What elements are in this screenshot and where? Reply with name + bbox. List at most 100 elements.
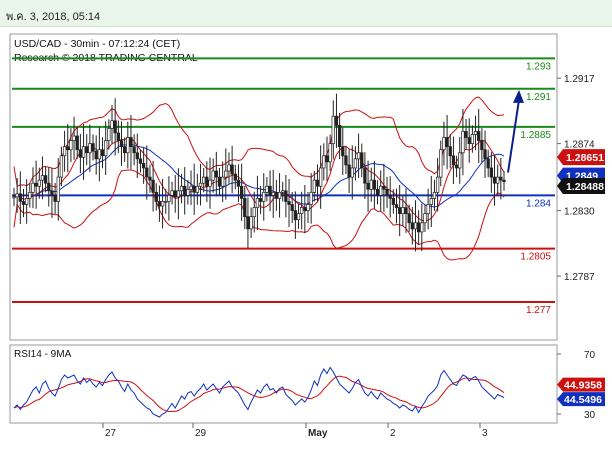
candle-body [398,207,402,214]
rsi-y-tick-label: 30 [584,410,596,421]
level-label-2: 1.2885 [520,130,551,141]
candle-body [220,176,225,187]
x-tick-label: 29 [195,428,207,439]
level-label-3: 1.284 [526,198,551,209]
candle-body [170,190,174,196]
candle-body [303,207,307,211]
candle-body [401,207,405,214]
candle-body [477,131,481,141]
candle-body [454,164,459,169]
candle-body [138,158,143,164]
candle-body [416,222,421,233]
candle-body [179,185,184,192]
candle-body [12,196,16,199]
candle-body [126,137,130,154]
candle-body [404,207,408,214]
candle-body [464,131,468,138]
candle-body [499,176,503,181]
candle-body [451,155,456,166]
candle-body [53,195,57,202]
candle-body [258,198,263,202]
candle-body [160,201,165,207]
candle-body [28,191,32,199]
candle-body [85,146,89,154]
level-label-0: 1.293 [526,61,551,72]
candle-body [360,152,364,169]
candle-body [467,137,471,144]
candle-body [353,158,358,169]
candle-body [486,158,490,169]
candle-body [306,204,310,211]
candle-body [394,204,399,208]
candle-body [265,185,269,193]
candle-body [119,140,124,148]
candle-body [255,198,260,208]
candle-body [37,179,41,187]
candle-body [429,198,433,205]
candle-body [290,204,294,211]
candle-body [293,210,298,221]
candle-body [325,155,329,163]
candle-body [88,143,92,154]
candle-body [496,176,500,184]
candle-body [97,149,102,160]
candle-body [435,176,440,193]
candle-body [40,175,45,181]
usdcad-chart: USD/CAD - 30min - 07:12:24 (CET) Researc… [9,33,605,439]
candle-body [382,185,386,190]
y-tick-label: 1.2830 [564,207,595,218]
candle-body [268,185,272,196]
rsi-tag-label: 44.5496 [564,394,602,406]
candle-body [21,201,26,205]
candle-body [461,131,465,154]
candle-body [252,207,256,218]
candle-body [24,198,29,205]
candle-body [214,170,218,178]
candle-body [66,146,70,151]
candle-body [233,173,237,181]
candle-body [407,213,411,224]
candle-body [274,191,279,199]
candle-body [198,182,203,187]
candle-body [43,175,48,184]
candle-body [100,149,105,157]
candle-body [483,149,487,160]
candle-body [81,146,86,158]
candle-body [31,182,35,193]
candle-body [208,179,212,187]
candle-body [372,179,377,190]
candle-body [423,213,427,224]
candle-body [473,131,478,135]
candle-body [107,128,111,141]
candle-body [442,137,446,151]
candle-body [385,188,389,196]
candle-body [151,179,155,193]
candle-body [205,176,209,187]
candle-body [59,155,64,178]
candle-body [104,140,108,157]
candle-body [167,195,171,202]
candle-body [69,140,73,151]
candle-body [489,167,494,178]
x-tick-label: May [308,428,328,439]
candle-body [426,204,430,214]
candle-body [315,179,320,187]
candle-body [15,193,19,198]
candle-body [271,191,275,196]
candle-body [122,146,127,154]
x-tick-label: 27 [105,428,117,439]
candle-body [116,132,120,141]
candle-body [47,182,51,192]
candle-body [281,190,285,193]
candle-body [388,195,392,199]
candle-body [50,190,54,196]
candle-body [350,167,354,178]
candle-body [379,185,383,196]
candle-body [312,179,316,193]
candle-body [72,135,76,141]
rsi-y-tick-label: 70 [584,350,596,361]
candle-body [192,185,196,193]
candle-body [183,185,187,196]
candle-body [363,167,367,184]
candle-body [62,146,67,157]
